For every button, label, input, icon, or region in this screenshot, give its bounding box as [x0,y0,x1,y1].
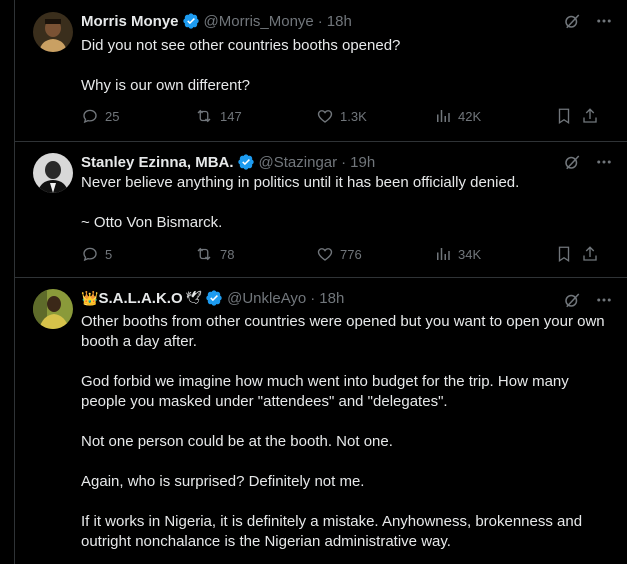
verified-badge-icon [205,289,223,307]
tweet-paragraph: Never believe anything in politics until… [81,174,520,191]
display-name[interactable]: Stanley Ezinna, MBA. [81,154,234,171]
verified-badge-icon [237,153,255,171]
grok-icon[interactable] [563,153,581,171]
separator-dot: · [310,289,316,307]
tweet[interactable]: 👑 S.A.L.A.K.O 🕊 @UnkleAyo · 18h Other bo… [15,279,627,564]
handle[interactable]: @UnkleAyo [227,290,306,307]
avatar[interactable] [33,12,73,52]
repost-button[interactable]: 147 [194,107,242,125]
tweet-text: Never believe anything in politics until… [81,173,607,233]
timeline: Morris Monye @Morris_Monye · 18h Did you… [14,0,627,564]
reply-count: 5 [105,246,113,262]
bookmark-icon [558,246,570,263]
share-icon [583,108,597,123]
avatar[interactable] [33,289,73,329]
tweet-paragraph: ~ Otto Von Bismarck. [81,214,223,231]
handle[interactable]: @Stazingar [259,154,338,171]
like-count: 776 [340,246,362,262]
more-icon[interactable] [595,12,613,30]
repost-count: 78 [220,246,235,262]
dove-emoji: 🕊 [185,290,203,305]
like-count: 1.3K [340,108,367,124]
reply-icon [83,109,97,124]
more-icon[interactable] [595,153,613,171]
grok-icon[interactable] [563,291,581,309]
avatar[interactable] [33,153,73,193]
views-button[interactable]: 42K [434,107,481,125]
display-name[interactable]: Morris Monye [81,13,179,30]
timestamp[interactable]: 18h [319,290,344,307]
tweet-paragraph: Again, who is surprised? Definitely not … [81,473,365,490]
repost-count: 147 [220,108,242,124]
timestamp[interactable]: 19h [350,154,375,171]
like-button[interactable]: 1.3K [316,107,367,125]
reply-count: 25 [105,108,120,124]
tweet-paragraph: Not one person could be at the booth. No… [81,433,393,450]
tweet-paragraph: God forbid we imagine how much went into… [81,373,569,410]
share-button[interactable] [581,245,599,263]
views-count: 42K [458,108,482,124]
views-icon [437,248,450,260]
tweet-paragraph: Did you not see other countries booths o… [81,37,401,54]
separator-dot: · [341,153,347,171]
verified-badge-icon [182,12,200,30]
like-icon [317,248,333,261]
repost-icon [197,109,211,123]
tweet-text: Other booths from other countries were o… [81,312,607,552]
tweet[interactable]: Stanley Ezinna, MBA. @Stazingar · 19h Ne… [15,143,627,278]
views-button[interactable]: 34K [434,245,481,263]
tweet-paragraph: If it works in Nigeria, it is definitely… [81,513,583,550]
bookmark-icon [558,108,570,125]
separator-dot: · [317,12,323,30]
action-bar: 5 78 776 34K [81,245,613,265]
tweet-text: Did you not see other countries booths o… [81,36,607,96]
reply-button[interactable]: 5 [81,245,112,263]
more-icon[interactable] [595,291,613,309]
bookmark-button[interactable] [555,245,573,263]
views-icon [437,110,450,122]
repost-icon [197,247,211,261]
reply-icon [83,247,97,262]
repost-button[interactable]: 78 [194,245,234,263]
tweet-paragraph: Other booths from other countries were o… [81,313,605,350]
timestamp[interactable]: 18h [327,13,352,30]
reply-button[interactable]: 25 [81,107,119,125]
display-name[interactable]: S.A.L.A.K.O [98,290,182,307]
tweet[interactable]: Morris Monye @Morris_Monye · 18h Did you… [15,0,627,142]
tweet-paragraph: Why is our own different? [81,77,250,94]
handle[interactable]: @Morris_Monye [204,13,314,30]
views-count: 34K [458,246,482,262]
share-button[interactable] [581,107,599,125]
like-icon [317,110,333,123]
bookmark-button[interactable] [555,107,573,125]
action-bar: 25 147 1.3K 42K [81,107,613,127]
crown-emoji: 👑 [81,289,99,306]
share-icon [583,246,597,261]
like-button[interactable]: 776 [316,245,362,263]
grok-icon[interactable] [563,12,581,30]
